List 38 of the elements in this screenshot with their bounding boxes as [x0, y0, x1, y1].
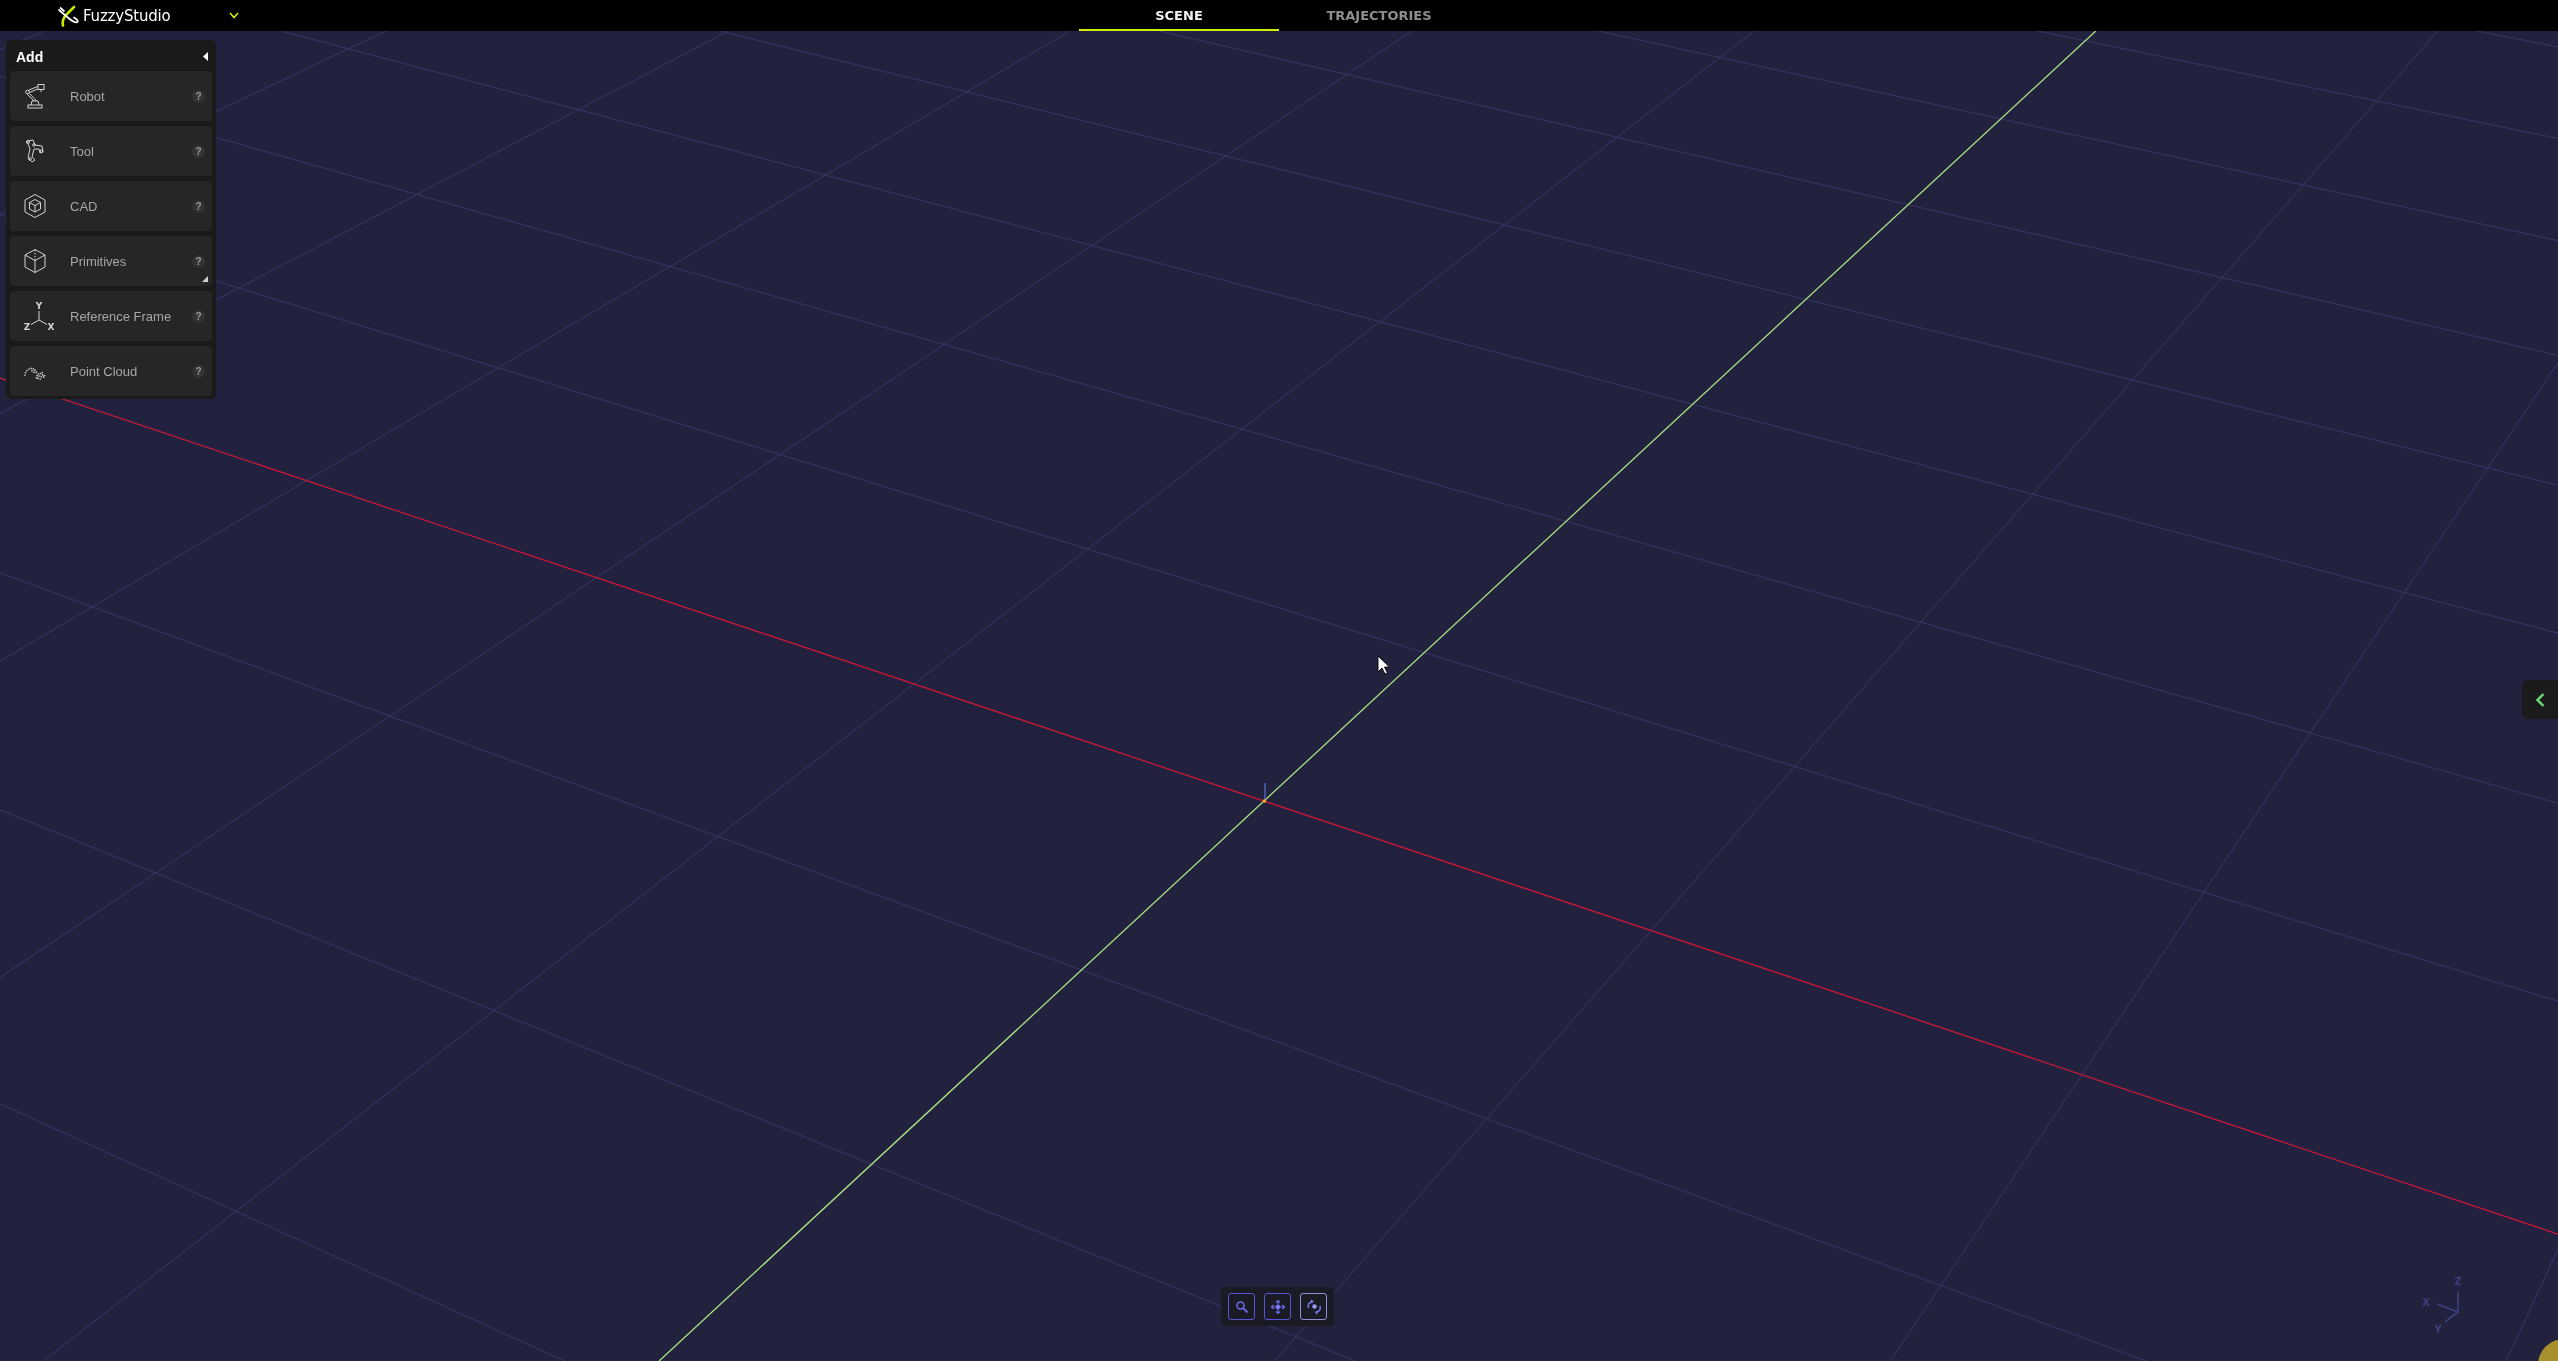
panel-title: Add	[16, 48, 44, 65]
pan-button[interactable]	[1264, 1293, 1291, 1320]
chevron-left-icon	[2535, 692, 2545, 707]
orbit-button[interactable]	[1300, 1293, 1327, 1320]
axis-label: Z	[23, 321, 31, 331]
add-item[interactable]: Primitives ?	[10, 236, 212, 286]
help-button[interactable]: ?	[192, 364, 205, 378]
help-button[interactable]: ?	[192, 309, 205, 323]
collapse-triangle-icon[interactable]	[203, 52, 208, 61]
mouse-cursor-icon	[1377, 655, 1390, 675]
magnifier-icon	[1233, 1298, 1250, 1315]
move-arrows-icon	[1269, 1298, 1286, 1315]
axes-gizmo-drawing	[2436, 1290, 2459, 1323]
axis-label: X	[2422, 1296, 2430, 1308]
axis-label: Y	[35, 301, 43, 311]
chevron-down-icon[interactable]	[228, 12, 239, 19]
add-item[interactable]: Tool ?	[10, 126, 212, 176]
help-button[interactable]: ?	[192, 199, 205, 213]
origin-marker-icon	[1262, 782, 1267, 803]
robot-arm-icon	[22, 83, 48, 109]
app-name: FuzzyStudio	[83, 6, 171, 25]
help-button[interactable]: ?	[192, 144, 205, 158]
axis-label: X	[47, 321, 55, 331]
help-button[interactable]: ?	[192, 254, 205, 268]
axis-label: Z	[2454, 1275, 2462, 1287]
add-item[interactable]: CAD ?	[10, 181, 212, 231]
side-panel-toggle-button[interactable]	[2522, 680, 2558, 719]
tab[interactable]: TRAJECTORIES	[1279, 0, 1479, 31]
add-item[interactable]: Robot ?	[10, 71, 212, 121]
rotate-arrows-icon	[1305, 1298, 1322, 1315]
help-button[interactable]: ?	[192, 89, 205, 103]
cube-icon	[22, 193, 48, 219]
logo-icon	[57, 4, 79, 27]
zoom-button[interactable]	[1228, 1293, 1255, 1320]
wireframe-cube-icon	[22, 248, 48, 274]
add-item[interactable]: Point Cloud ?	[10, 346, 212, 396]
axis-label: Y	[2434, 1323, 2442, 1335]
add-item[interactable]: Y Z X Reference Frame ?	[10, 291, 212, 341]
